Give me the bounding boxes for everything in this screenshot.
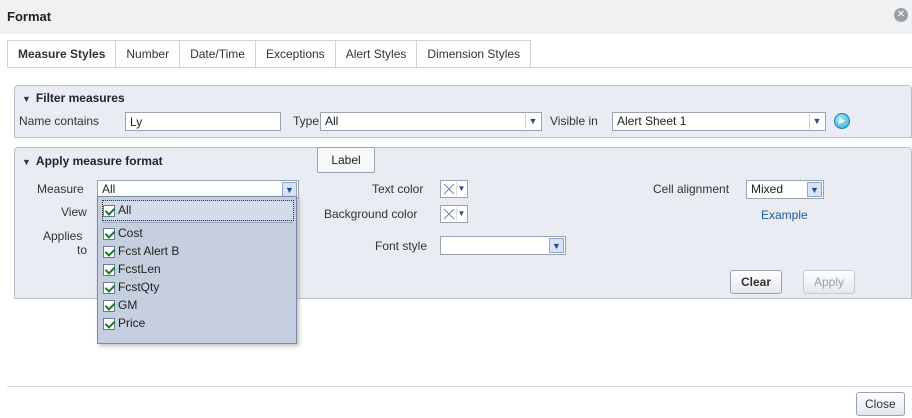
tab-exceptions[interactable]: Exceptions — [254, 40, 336, 68]
apply-section-title: Apply measure format — [35, 154, 163, 168]
list-divider — [103, 222, 293, 223]
no-color-x-icon — [443, 208, 455, 220]
dropdown-arrow-icon[interactable]: ▼ — [525, 114, 540, 129]
text-color-label: Text color — [372, 182, 424, 196]
footer-divider — [7, 386, 912, 387]
clear-button[interactable]: Clear — [730, 270, 783, 294]
font-style-label: Font style — [375, 239, 428, 253]
dropdown-arrow-icon[interactable]: ▼ — [456, 207, 466, 221]
list-item[interactable]: Cost — [103, 224, 143, 243]
no-color-x-icon — [443, 183, 455, 195]
font-style-select[interactable]: ▼ — [440, 236, 566, 255]
filter-measures-section: ▼ Filter measures Name contains Type All … — [14, 85, 912, 138]
tab-alert-styles[interactable]: Alert Styles — [334, 40, 418, 68]
list-item-label: Fcst Alert B — [118, 244, 180, 258]
checkbox-checked-icon[interactable] — [103, 281, 115, 294]
tab-date-time[interactable]: Date/Time — [179, 40, 256, 68]
visible-in-select-value: Alert Sheet 1 — [617, 114, 687, 128]
name-contains-input[interactable] — [125, 112, 281, 131]
checkbox-checked-icon[interactable] — [103, 299, 115, 312]
measure-dropdown-list[interactable]: All Cost Fcst Alert B FcstLen FcstQty GM… — [97, 196, 297, 344]
measure-label: Measure — [37, 182, 84, 196]
checkbox-checked-icon[interactable] — [103, 263, 115, 276]
type-select-value: All — [325, 114, 339, 128]
list-item-label: Cost — [118, 226, 143, 240]
cell-alignment-select-value: Mixed — [751, 182, 784, 196]
type-select[interactable]: All ▼ — [320, 112, 542, 131]
cell-alignment-label: Cell alignment — [653, 182, 730, 196]
dropdown-arrow-icon[interactable]: ▼ — [549, 238, 564, 253]
list-item-label: Price — [118, 316, 146, 330]
visible-in-label: Visible in — [550, 114, 598, 128]
checkbox-checked-icon[interactable] — [103, 227, 115, 240]
applies-label: Applies — [43, 229, 83, 243]
measure-select-value: All — [102, 182, 116, 196]
list-item[interactable]: GM — [103, 296, 137, 315]
background-color-label: Background color — [324, 207, 418, 221]
dialog-header — [0, 0, 912, 34]
dropdown-arrow-icon[interactable]: ▼ — [456, 182, 466, 196]
dropdown-arrow-icon[interactable]: ▼ — [807, 182, 822, 197]
close-button-label: Close — [865, 397, 896, 411]
view-label: View — [61, 205, 87, 219]
tab-number[interactable]: Number — [115, 40, 181, 68]
visible-in-select[interactable]: Alert Sheet 1 ▼ — [612, 112, 826, 131]
tab-divider — [7, 67, 912, 68]
expand-triangle-icon[interactable]: ▼ — [22, 94, 31, 104]
apply-button[interactable]: Apply — [803, 270, 856, 294]
checkbox-checked-icon[interactable] — [103, 317, 115, 330]
type-label: Type — [293, 114, 320, 128]
list-item[interactable]: Price — [103, 314, 145, 333]
list-item-label: FcstLen — [118, 262, 161, 276]
list-item[interactable]: Fcst Alert B — [103, 242, 179, 261]
checkbox-checked-icon[interactable] — [103, 204, 115, 217]
close-button[interactable]: Close — [856, 392, 905, 416]
apply-section-header[interactable]: ▼ Apply measure format — [22, 154, 163, 168]
tab-measure-styles[interactable]: Measure Styles — [7, 40, 117, 68]
checkbox-checked-icon[interactable] — [103, 245, 115, 258]
filter-section-header[interactable]: ▼ Filter measures — [22, 91, 125, 105]
tab-dimension-styles[interactable]: Dimension Styles — [416, 40, 532, 68]
label-tooltip: Label — [317, 147, 375, 173]
dropdown-arrow-icon[interactable]: ▼ — [809, 114, 824, 129]
list-item[interactable]: FcstLen — [103, 260, 161, 279]
cell-alignment-select[interactable]: Mixed ▼ — [746, 180, 824, 199]
list-item[interactable]: All — [102, 200, 294, 221]
filter-section-title: Filter measures — [35, 91, 125, 105]
list-item-label: FcstQty — [118, 280, 160, 294]
dialog-title: Format — [7, 9, 52, 24]
applies-to-label: to — [77, 243, 88, 257]
tab-bar: Measure Styles Number Date/Time Exceptio… — [7, 40, 532, 68]
go-arrow-icon[interactable]: ▶ — [834, 113, 850, 129]
dialog-close-icon[interactable]: ✕ — [894, 8, 908, 22]
list-item-label: GM — [118, 298, 138, 312]
background-color-picker[interactable]: ▼ — [440, 205, 468, 223]
list-item-label: All — [118, 203, 132, 217]
dropdown-arrow-icon[interactable]: ▼ — [282, 182, 297, 197]
example-link[interactable]: Example — [761, 208, 808, 222]
text-color-picker[interactable]: ▼ — [440, 180, 468, 198]
name-contains-label: Name contains — [19, 114, 100, 128]
list-item[interactable]: FcstQty — [103, 278, 159, 297]
expand-triangle-icon[interactable]: ▼ — [22, 157, 31, 167]
